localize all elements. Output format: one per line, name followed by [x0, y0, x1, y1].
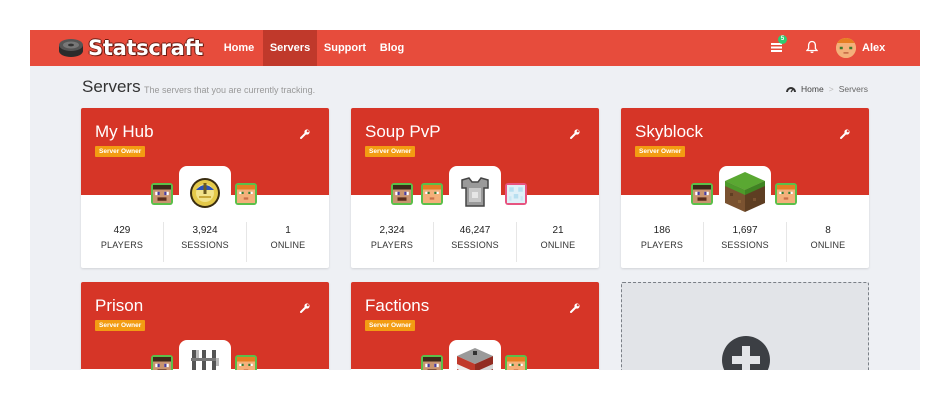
messages-button[interactable]: 5 [770, 35, 787, 56]
stat-label: PLAYERS [100, 240, 144, 250]
breadcrumb: Home > Servers [786, 84, 868, 94]
stat-players: 429 PLAYERS [81, 222, 164, 262]
player-head-avatar[interactable] [235, 355, 257, 370]
stat-online: 21 ONLINE [517, 222, 599, 262]
server-name: Factions [365, 296, 430, 315]
server-stats: 429 PLAYERS 3,924 SESSIONS 1 ONLINE [81, 222, 329, 262]
wrench-icon[interactable] [299, 128, 311, 140]
stat-label: ONLINE [270, 240, 306, 250]
server-name: Prison [95, 296, 144, 315]
clock-icon [179, 166, 231, 218]
stat-online: 8 ONLINE [787, 222, 869, 262]
stat-value: 1,697 [732, 225, 758, 236]
player-head-avatar[interactable] [151, 355, 173, 370]
stat-label: SESSIONS [721, 240, 769, 250]
wrench-icon[interactable] [569, 302, 581, 314]
stat-sessions: 3,924 SESSIONS [164, 222, 247, 262]
player-head-avatar[interactable] [505, 355, 527, 370]
messages-badge: 5 [778, 35, 787, 44]
nav-servers[interactable]: Servers [263, 30, 317, 66]
wrench-icon[interactable] [569, 128, 581, 140]
player-head-avatar[interactable] [421, 183, 443, 205]
stat-value: 3,924 [192, 225, 218, 236]
stat-value: 186 [653, 225, 671, 236]
avatar [836, 38, 856, 58]
stat-label: PLAYERS [370, 240, 414, 250]
server-card[interactable]: Soup PvP Server Owner 2,324 PLAYERS 46,24… [351, 108, 599, 268]
stat-value: 429 [113, 225, 131, 236]
server-name: My Hub [95, 122, 154, 141]
chestplate-icon [449, 166, 501, 218]
wrench-icon[interactable] [299, 302, 311, 314]
page-subtitle: The servers that you are currently track… [144, 85, 316, 95]
breadcrumb-separator: > [828, 84, 834, 94]
stat-sessions: 46,247 SESSIONS [434, 222, 517, 262]
server-stats: 2,324 PLAYERS 46,247 SESSIONS 21 ONLINE [351, 222, 599, 262]
player-head-avatar[interactable] [151, 183, 173, 205]
logo[interactable]: Statscraft [58, 34, 203, 62]
app-window: Statscraft Home Servers Support Blog 5 A… [30, 30, 920, 370]
stat-players: 2,324 PLAYERS [351, 222, 434, 262]
logo-text: Statscraft [88, 36, 204, 60]
stat-sessions: 1,697 SESSIONS [704, 222, 787, 262]
wrench-icon[interactable] [839, 128, 851, 140]
server-owner-badge: Server Owner [95, 320, 146, 331]
nav-support[interactable]: Support [320, 30, 370, 66]
player-head-avatar[interactable] [235, 183, 257, 205]
stat-label: ONLINE [810, 240, 846, 250]
nav-home[interactable]: Home [218, 30, 260, 66]
server-name: Skyblock [635, 122, 704, 141]
player-head-avatar[interactable] [421, 355, 443, 370]
server-card[interactable]: Prison Server Owner [81, 282, 329, 370]
stat-label: SESSIONS [181, 240, 229, 250]
user-menu[interactable]: Alex [836, 38, 885, 58]
server-card[interactable]: Skyblock Server Owner 186 PLAYERS 1,697 … [621, 108, 869, 268]
tnt-icon [449, 340, 501, 370]
stat-players: 186 PLAYERS [621, 222, 704, 262]
logo-icon [59, 39, 83, 57]
stat-online: 1 ONLINE [247, 222, 329, 262]
add-server-card[interactable] [621, 282, 869, 370]
stat-label: PLAYERS [640, 240, 684, 250]
page-title: Servers [82, 77, 141, 96]
grass-block-icon [719, 166, 771, 218]
plus-icon[interactable] [721, 335, 771, 370]
server-card[interactable]: My Hub Server Owner 429 PLAYERS 3,924 SE… [81, 108, 329, 268]
server-card[interactable]: Factions Server Owner [351, 282, 599, 370]
server-stats: 186 PLAYERS 1,697 SESSIONS 8 ONLINE [621, 222, 869, 262]
breadcrumb-home[interactable]: Home [801, 84, 824, 94]
iron-bars-icon [179, 340, 231, 370]
stat-value: 2,324 [379, 225, 405, 236]
breadcrumb-current: Servers [838, 84, 868, 94]
player-head-avatar[interactable] [691, 183, 713, 205]
server-name: Soup PvP [365, 122, 441, 141]
player-head-avatar[interactable] [505, 183, 527, 205]
server-owner-badge: Server Owner [95, 146, 146, 157]
player-head-avatar[interactable] [775, 183, 797, 205]
stat-value: 8 [825, 225, 831, 236]
stat-value: 21 [552, 225, 564, 236]
dashboard-icon [786, 86, 797, 92]
bell-icon [805, 40, 819, 54]
stat-label: ONLINE [540, 240, 576, 250]
stat-value: 1 [285, 225, 291, 236]
navbar: Statscraft Home Servers Support Blog 5 A… [30, 30, 920, 66]
stat-value: 46,247 [459, 225, 491, 236]
server-owner-badge: Server Owner [365, 146, 416, 157]
player-head-avatar[interactable] [391, 183, 413, 205]
user-name: Alex [862, 42, 886, 54]
server-owner-badge: Server Owner [365, 320, 416, 331]
notifications-button[interactable] [805, 40, 820, 56]
nav-blog[interactable]: Blog [374, 30, 410, 66]
server-owner-badge: Server Owner [635, 146, 686, 157]
stat-label: SESSIONS [451, 240, 499, 250]
